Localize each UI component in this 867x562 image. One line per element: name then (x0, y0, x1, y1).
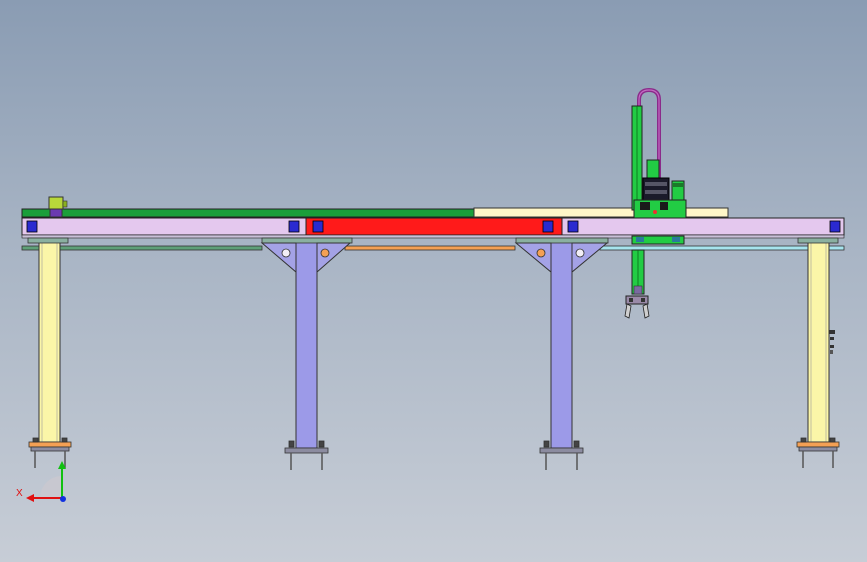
top-rail (21, 207, 729, 218)
beam-block (567, 220, 579, 233)
feet (28, 437, 840, 470)
z-axis-dot (60, 496, 66, 502)
post-center-right (550, 239, 573, 449)
top-rail-green-section (21, 208, 475, 218)
beam-block (26, 220, 38, 233)
z-motor (642, 177, 670, 201)
main-beam-left (21, 217, 307, 236)
beam-block (829, 220, 841, 233)
main-beam-middle (305, 217, 563, 236)
gantry-model-drawing: X (16, 87, 845, 502)
lower-tie-bars (21, 245, 845, 251)
cad-viewport[interactable]: X (0, 0, 867, 562)
support-posts (38, 239, 830, 449)
beam-block (288, 220, 300, 233)
beam-block (542, 220, 554, 233)
beam-block (312, 220, 324, 233)
z-axis-robot (624, 87, 687, 319)
post-center-left (295, 239, 318, 449)
post-caps (27, 237, 839, 244)
coordinate-triad: X (16, 461, 66, 502)
main-beam-right (561, 217, 845, 236)
x-axis-label: X (16, 488, 23, 499)
main-beam (21, 217, 845, 239)
sensor (829, 330, 835, 354)
top-rail-cream-section (473, 207, 729, 218)
